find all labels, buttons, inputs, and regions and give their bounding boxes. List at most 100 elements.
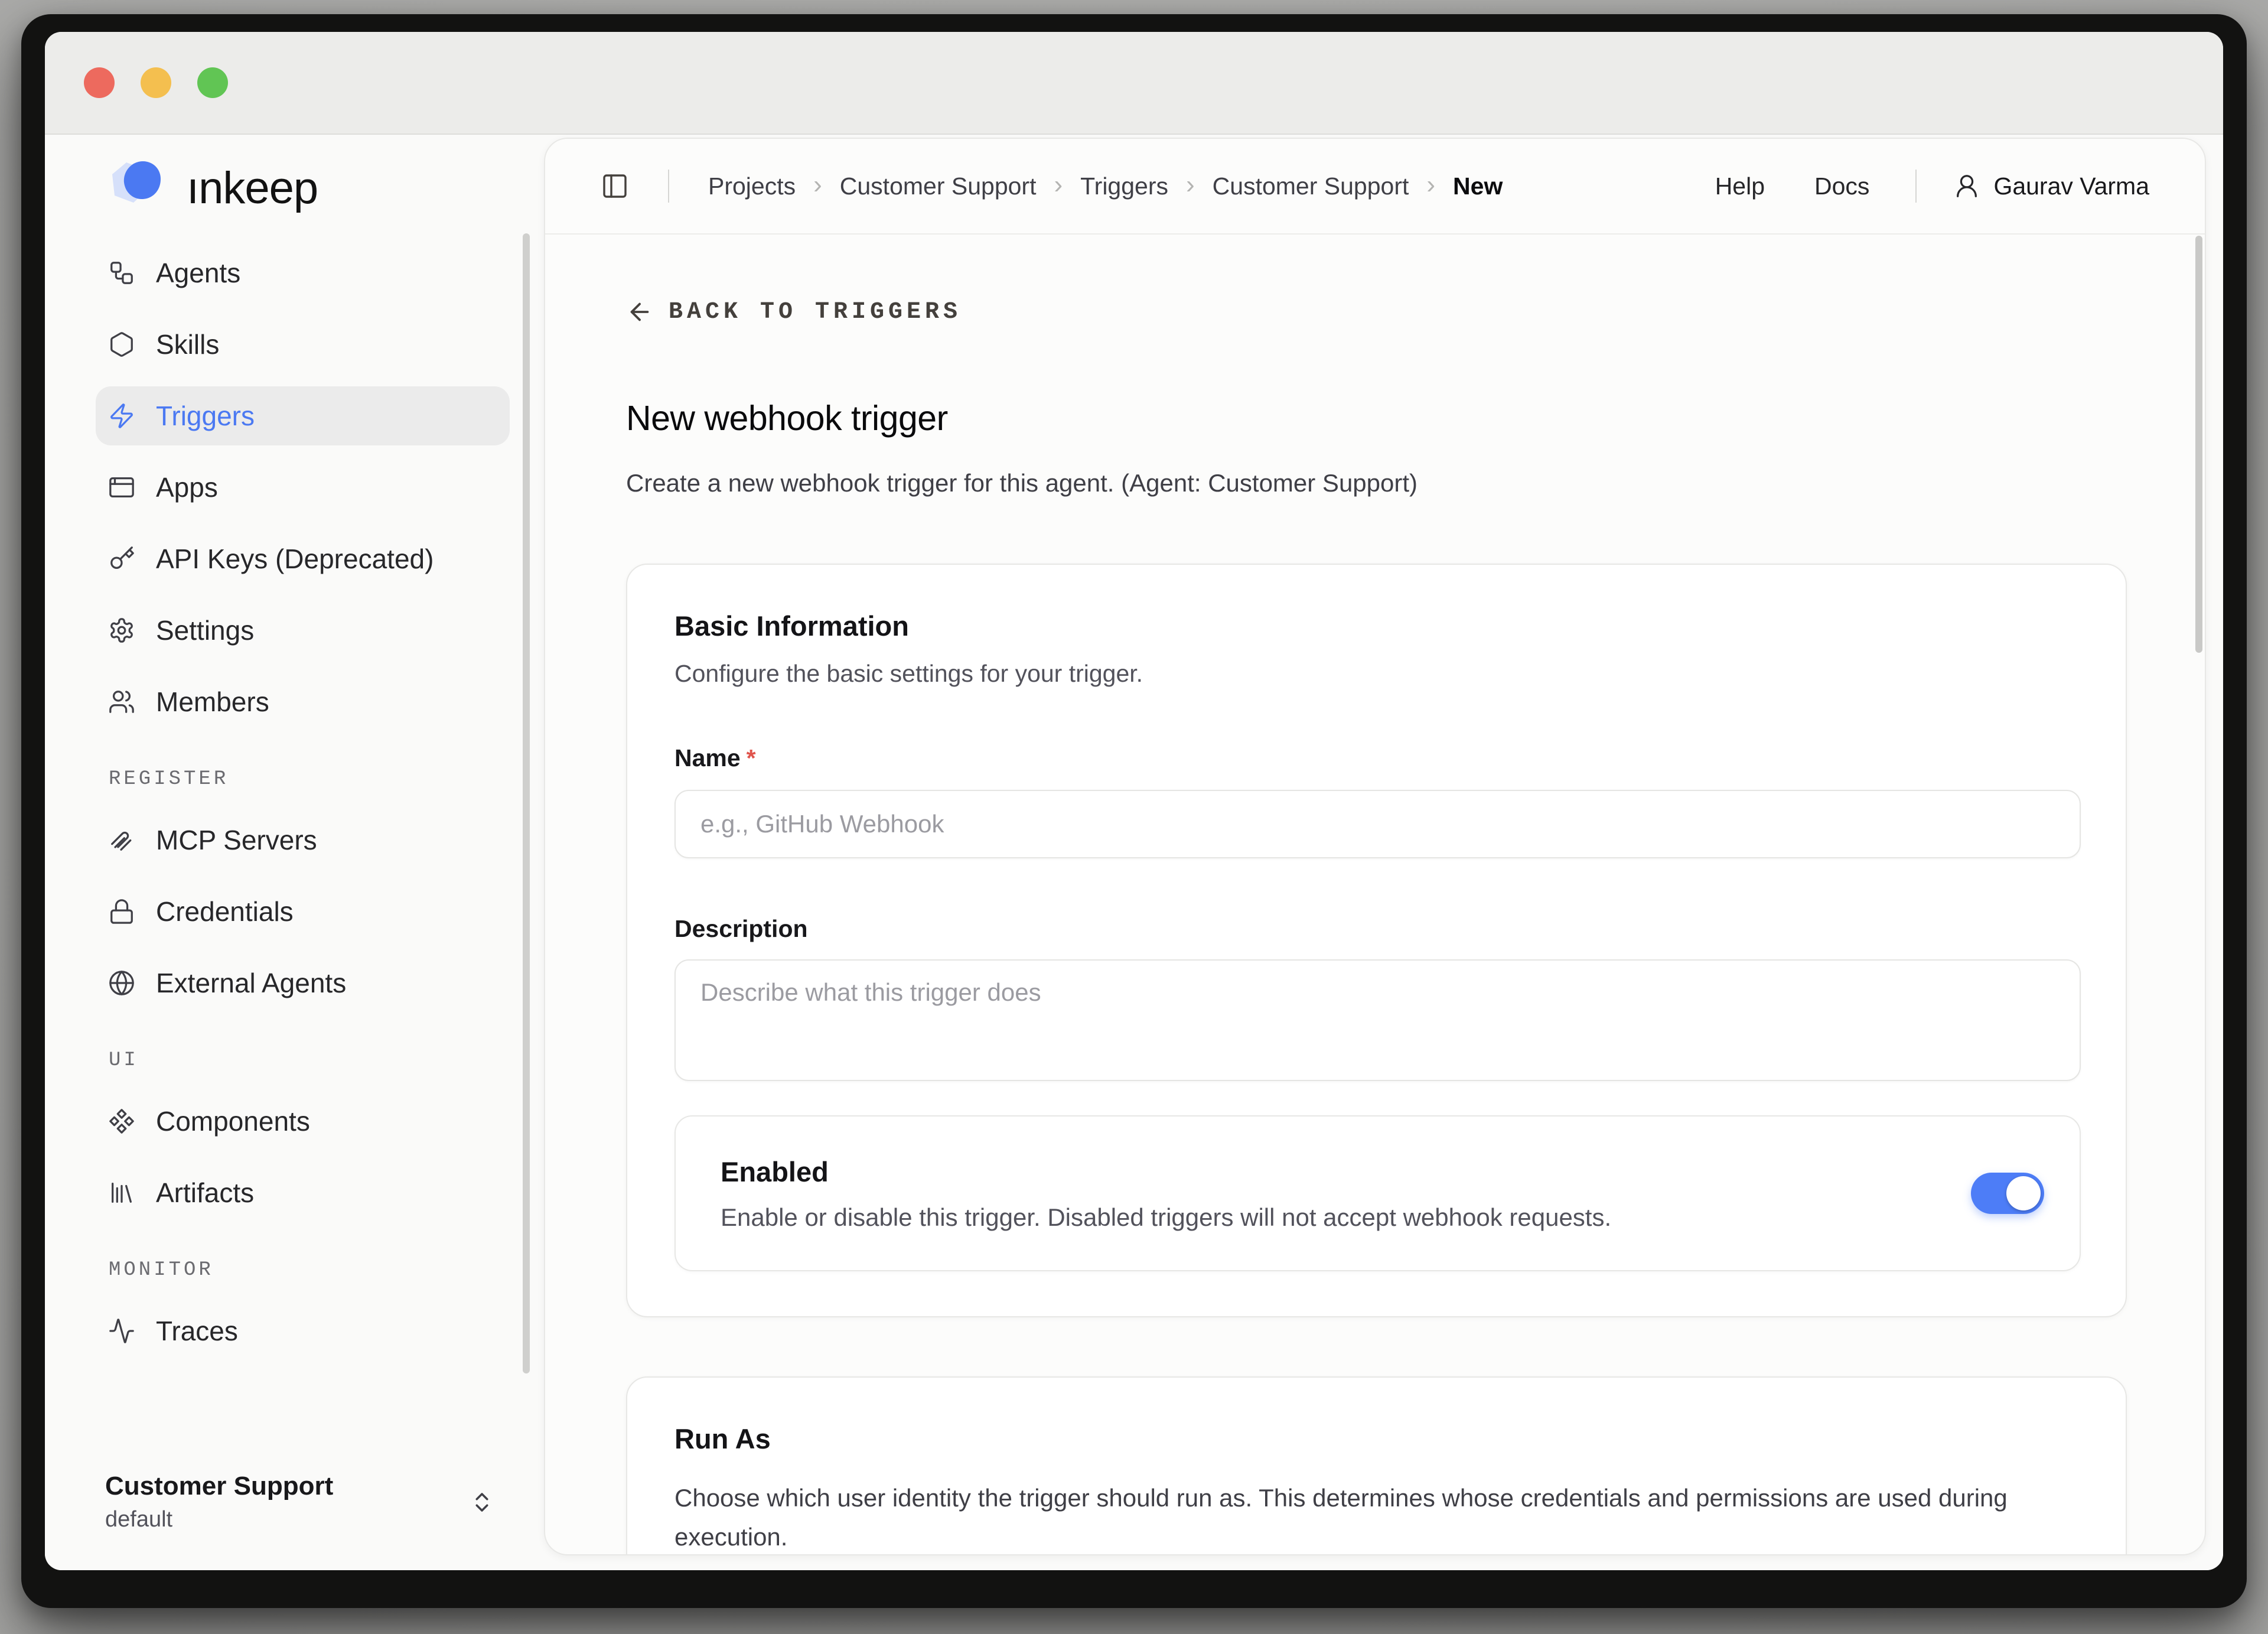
sidebar-item-label: Traces <box>156 1315 238 1347</box>
project-info: Customer Support default <box>105 1472 333 1532</box>
component-icon <box>107 1107 136 1135</box>
page-title: New webhook trigger <box>626 398 2205 438</box>
card-title: Run As <box>674 1423 2078 1455</box>
page-subtitle: Create a new webhook trigger for this ag… <box>626 469 2205 497</box>
back-to-triggers-link[interactable]: BACK TO TRIGGERS <box>626 298 962 326</box>
card-title: Basic Information <box>674 610 2078 642</box>
sidebar-item-mcp-servers[interactable]: MCP Servers <box>96 811 510 870</box>
back-link-label: BACK TO TRIGGERS <box>669 299 962 326</box>
sidebar-item-components[interactable]: Components <box>96 1092 510 1151</box>
app-body: ınkeep Agents Skills <box>45 135 2223 1570</box>
sidebar-item-artifacts[interactable]: Artifacts <box>96 1163 510 1222</box>
enabled-label: Enabled <box>721 1155 1944 1188</box>
sidebar-item-label: MCP Servers <box>156 824 317 856</box>
enabled-description: Enable or disable this trigger. Disabled… <box>721 1203 1944 1232</box>
sidebar-item-label: Triggers <box>156 400 255 432</box>
toggle-knob <box>2006 1176 2041 1210</box>
panel-body: BACK TO TRIGGERS New webhook trigger Cre… <box>545 235 2205 1554</box>
macos-window: ınkeep Agents Skills <box>21 14 2247 1608</box>
sidebar-item-label: Credentials <box>156 896 294 927</box>
sidebar-item-triggers[interactable]: Triggers <box>96 386 510 445</box>
sidebar: ınkeep Agents Skills <box>45 135 544 1570</box>
sidebar-item-apps[interactable]: Apps <box>96 458 510 517</box>
app-screen: ınkeep Agents Skills <box>45 32 2223 1570</box>
gear-icon <box>107 616 136 645</box>
header-actions: Help Docs Gaurav Varma <box>1666 170 2149 203</box>
sidebar-section-register: REGISTER <box>109 768 544 790</box>
sidebar-item-skills[interactable]: Skills <box>96 315 510 374</box>
run-as-description: Choose which user identity the trigger s… <box>674 1479 2078 1555</box>
run-as-card: Run As Choose which user identity the tr… <box>626 1376 2127 1555</box>
app-window-icon <box>107 473 136 502</box>
sidebar-toggle-button[interactable] <box>601 172 629 200</box>
basic-information-card: Basic Information Configure the basic se… <box>626 564 2127 1317</box>
header-divider <box>1915 170 1917 203</box>
sidebar-item-label: Skills <box>156 328 219 360</box>
brand-wordmark: ınkeep <box>187 162 318 214</box>
header-divider <box>668 170 669 203</box>
main-area: Projects › Customer Support › Triggers ›… <box>544 135 2223 1570</box>
enabled-setting-row: Enabled Enable or disable this trigger. … <box>674 1115 2081 1271</box>
user-menu[interactable]: Gaurav Varma <box>1953 172 2149 200</box>
breadcrumb: Projects › Customer Support › Triggers ›… <box>708 170 1503 202</box>
sidebar-item-label: Artifacts <box>156 1177 254 1209</box>
users-icon <box>107 688 136 716</box>
breadcrumb-agent[interactable]: Customer Support <box>840 172 1037 200</box>
window-titlebar <box>45 32 2223 135</box>
sidebar-item-label: Settings <box>156 614 254 646</box>
sidebar-item-label: Apps <box>156 471 218 503</box>
sidebar-item-settings[interactable]: Settings <box>96 601 510 660</box>
library-icon <box>107 1179 136 1207</box>
sidebar-section-monitor: MONITOR <box>109 1259 544 1281</box>
sidebar-item-traces[interactable]: Traces <box>96 1301 510 1360</box>
user-icon <box>1953 172 1980 200</box>
enabled-toggle[interactable] <box>1971 1173 2044 1214</box>
brand-logo[interactable]: ınkeep <box>45 158 544 217</box>
chevron-right-icon: › <box>1054 170 1063 202</box>
sidebar-item-label: Components <box>156 1105 310 1137</box>
breadcrumb-projects[interactable]: Projects <box>708 172 796 200</box>
workflow-icon <box>107 259 136 287</box>
required-asterisk: * <box>747 744 756 772</box>
panel-header: Projects › Customer Support › Triggers ›… <box>545 139 2205 235</box>
description-textarea[interactable] <box>674 959 2081 1081</box>
zap-icon <box>107 402 136 430</box>
docs-link[interactable]: Docs <box>1814 172 1869 200</box>
name-input[interactable] <box>674 790 2081 858</box>
breadcrumb-agent-2[interactable]: Customer Support <box>1213 172 1409 200</box>
enabled-text: Enabled Enable or disable this trigger. … <box>721 1155 1944 1232</box>
close-window-button[interactable] <box>84 67 115 98</box>
sidebar-nav: Agents Skills Triggers <box>45 243 544 1373</box>
key-icon <box>107 545 136 573</box>
sidebar-item-label: Agents <box>156 257 240 289</box>
sidebar-item-label: API Keys (Deprecated) <box>156 543 434 575</box>
sidebar-item-members[interactable]: Members <box>96 672 510 731</box>
chevron-right-icon: › <box>1426 170 1435 202</box>
minimize-window-button[interactable] <box>141 67 171 98</box>
chevron-right-icon: › <box>813 170 822 202</box>
chevron-right-icon: › <box>1186 170 1195 202</box>
hexagon-icon <box>107 330 136 359</box>
sidebar-item-label: External Agents <box>156 967 346 999</box>
activity-icon <box>107 1317 136 1345</box>
content-panel: Projects › Customer Support › Triggers ›… <box>544 138 2206 1555</box>
project-switcher[interactable]: Customer Support default <box>45 1472 544 1570</box>
description-label: Description <box>674 915 2078 943</box>
sidebar-item-credentials[interactable]: Credentials <box>96 882 510 941</box>
help-link[interactable]: Help <box>1715 172 1765 200</box>
sidebar-item-label: Members <box>156 686 269 718</box>
globe-icon <box>107 969 136 997</box>
sidebar-item-external-agents[interactable]: External Agents <box>96 953 510 1013</box>
sidebar-item-agents[interactable]: Agents <box>96 243 510 302</box>
sidebar-section-ui: UI <box>109 1049 544 1072</box>
mcp-icon <box>107 826 136 854</box>
sidebar-scrollbar[interactable] <box>523 233 530 1373</box>
sidebar-item-api-keys[interactable]: API Keys (Deprecated) <box>96 529 510 588</box>
chevrons-up-down-icon <box>470 1490 494 1515</box>
arrow-left-icon <box>626 298 653 326</box>
project-variant: default <box>105 1507 333 1532</box>
zoom-window-button[interactable] <box>197 67 228 98</box>
content-scrollbar[interactable] <box>2195 236 2202 653</box>
name-label: Name* <box>674 744 2078 772</box>
breadcrumb-triggers[interactable]: Triggers <box>1080 172 1168 200</box>
